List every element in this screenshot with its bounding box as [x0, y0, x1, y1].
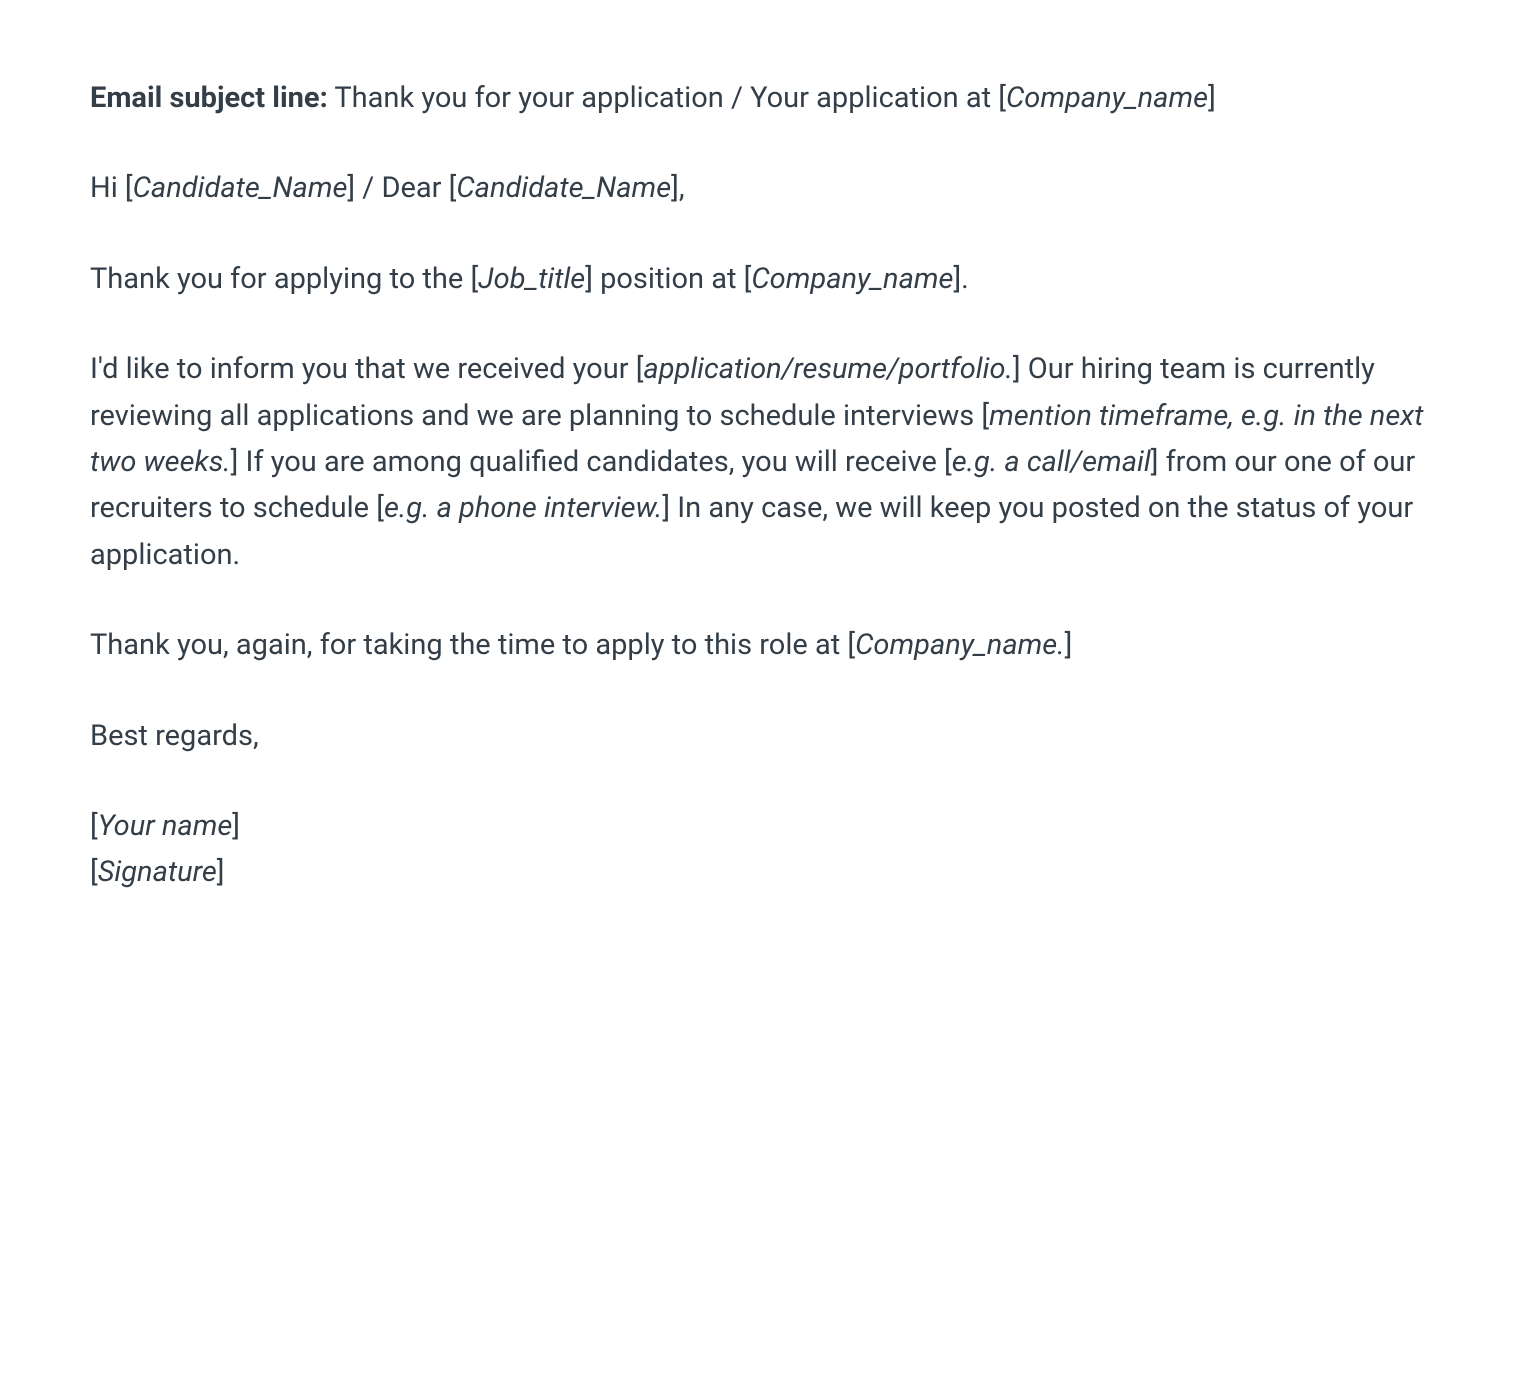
para3-text: Thank you, again, for taking the time to… — [90, 628, 855, 662]
job-title-placeholder: Job_title — [478, 262, 585, 296]
closing: Best regards, — [90, 713, 1446, 759]
thank-you-again-paragraph: Thank you, again, for taking the time to… — [90, 622, 1446, 668]
candidate-name-placeholder: Candidate_Name — [133, 171, 348, 205]
candidate-name-placeholder-2: Candidate_Name — [456, 171, 671, 205]
para2-text-3: ] If you are among qualified candidates,… — [231, 445, 952, 479]
greeting-text-2: ] / Dear [ — [347, 171, 456, 205]
greeting-text: Hi [ — [90, 171, 133, 205]
interview-type-placeholder: e.g. a phone interview. — [384, 491, 662, 525]
para3-text-end: ] — [1065, 628, 1073, 662]
greeting: Hi [Candidate_Name] / Dear [Candidate_Na… — [90, 165, 1446, 211]
signature-block: [Your name] [Signature] — [90, 803, 1446, 896]
application-placeholder: application/resume/portfolio. — [643, 352, 1013, 386]
greeting-text-end: ], — [671, 171, 684, 205]
para1-text-end: ]. — [953, 262, 968, 296]
subject-text-end: ] — [1208, 81, 1216, 115]
contact-method-placeholder: e.g. a call/email — [952, 445, 1151, 479]
info-paragraph: I'd like to inform you that we received … — [90, 346, 1446, 578]
company-name-placeholder: Company_name — [1006, 81, 1208, 115]
subject-label: Email subject line: — [90, 81, 328, 115]
sig-bracket-close-2: ] — [217, 855, 225, 889]
subject-text: Thank you for your application / Your ap… — [328, 81, 1006, 115]
your-name-placeholder: Your name — [98, 809, 233, 843]
company-name-placeholder-3: Company_name. — [855, 628, 1065, 662]
para1-text-2: ] position at [ — [585, 262, 751, 296]
company-name-placeholder-2: Company_name — [751, 262, 953, 296]
para2-text: I'd like to inform you that we received … — [90, 352, 643, 386]
sig-bracket-open-2: [ — [90, 855, 98, 889]
signature-placeholder: Signature — [98, 855, 217, 889]
subject-line: Email subject line: Thank you for your a… — [90, 75, 1446, 121]
thank-you-paragraph: Thank you for applying to the [Job_title… — [90, 256, 1446, 302]
closing-text: Best regards, — [90, 719, 259, 753]
para1-text: Thank you for applying to the [ — [90, 262, 478, 296]
sig-bracket-close-1: ] — [232, 809, 240, 843]
sig-bracket-open-1: [ — [90, 809, 98, 843]
